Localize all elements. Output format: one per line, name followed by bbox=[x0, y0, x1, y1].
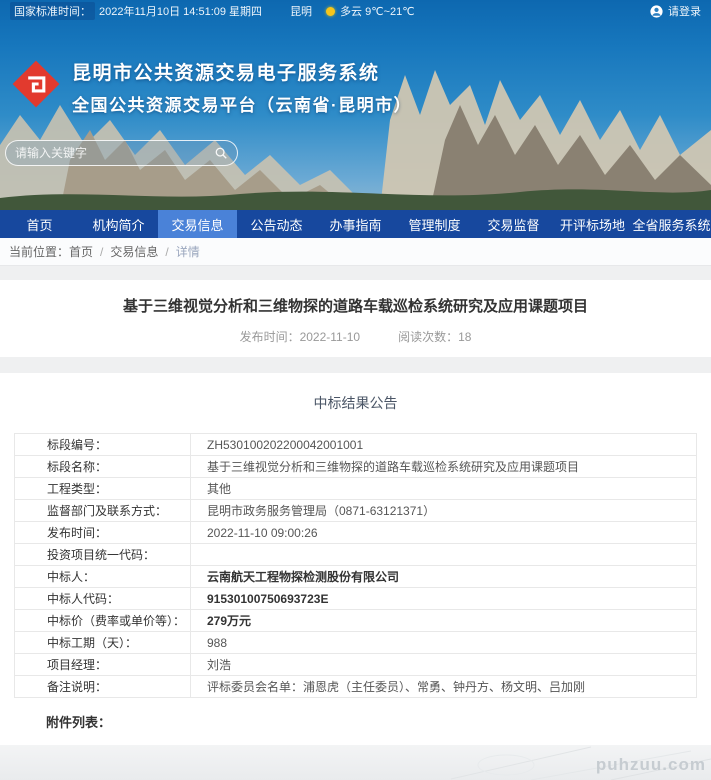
article-meta: 发布时间：2022-11-10 阅读次数：18 bbox=[40, 328, 671, 345]
breadcrumb-trade-info[interactable]: 交易信息 bbox=[110, 243, 158, 260]
breadcrumb-prefix: 当前位置： bbox=[9, 243, 69, 260]
page-footer: puhzuu.com bbox=[0, 745, 711, 780]
row-label: 项目经理： bbox=[15, 654, 191, 676]
login-button[interactable]: 请登录 bbox=[650, 3, 701, 19]
weather-sun-icon bbox=[326, 7, 335, 16]
nav-item-home[interactable]: 首页 bbox=[0, 210, 79, 238]
city-name: 昆明 bbox=[290, 3, 312, 19]
table-row: 备注说明：评标委员会名单：浦恩虎（主任委员）、常勇、钟丹方、杨文明、吕加刚 bbox=[15, 676, 697, 698]
table-row: 投资项目统一代码： bbox=[15, 544, 697, 566]
row-value bbox=[191, 544, 697, 566]
row-label: 标段名称： bbox=[15, 456, 191, 478]
row-label: 中标价（费率或单价等）： bbox=[15, 610, 191, 632]
table-row: 中标价（费率或单价等）：279万元 bbox=[15, 610, 697, 632]
attachments-label: 附件列表： bbox=[14, 698, 697, 745]
breadcrumb-separator: / bbox=[100, 245, 103, 259]
table-row: 发布时间：2022-11-10 09:00:26 bbox=[15, 522, 697, 544]
table-row: 监督部门及联系方式：昆明市政务服务管理局（0871-63121371） bbox=[15, 500, 697, 522]
row-label: 中标人代码： bbox=[15, 588, 191, 610]
row-label: 标段编号： bbox=[15, 434, 191, 456]
row-value: 988 bbox=[191, 632, 697, 654]
current-datetime: 2022年11月10日 14:51:09 星期四 bbox=[99, 3, 262, 19]
row-value: 其他 bbox=[191, 478, 697, 500]
row-label: 备注说明： bbox=[15, 676, 191, 698]
nav-item-announcements[interactable]: 公告动态 bbox=[237, 210, 316, 238]
site-title-main: 昆明市公共资源交易电子服务系统 bbox=[72, 58, 412, 85]
nav-item-guide[interactable]: 办事指南 bbox=[316, 210, 395, 238]
table-row: 标段名称：基于三维视觉分析和三维物探的道路车载巡检系统研究及应用课题项目 bbox=[15, 456, 697, 478]
row-label: 中标人： bbox=[15, 566, 191, 588]
table-row: 中标人：云南航天工程物探检测股份有限公司 bbox=[15, 566, 697, 588]
weather-text: 多云 9℃~21℃ bbox=[340, 3, 415, 19]
row-value: 2022-11-10 09:00:26 bbox=[191, 522, 697, 544]
announcement-card: 中标结果公告 标段编号：ZH530100202200042001001标段名称：… bbox=[0, 373, 711, 745]
user-icon bbox=[650, 5, 663, 18]
row-label: 发布时间： bbox=[15, 522, 191, 544]
breadcrumb-separator: / bbox=[165, 245, 168, 259]
article-header-card: 基于三维视觉分析和三维物探的道路车载巡检系统研究及应用课题项目 发布时间：202… bbox=[0, 280, 711, 357]
nav-item-about[interactable]: 机构简介 bbox=[79, 210, 158, 238]
row-label: 投资项目统一代码： bbox=[15, 544, 191, 566]
table-row: 项目经理：刘浩 bbox=[15, 654, 697, 676]
nav-item-trade-info[interactable]: 交易信息 bbox=[158, 210, 237, 238]
table-row: 标段编号：ZH530100202200042001001 bbox=[15, 434, 697, 456]
row-label: 中标工期（天）： bbox=[15, 632, 191, 654]
view-count: 阅读次数：18 bbox=[398, 328, 471, 345]
top-status-bar: 国家标准时间： 2022年11月10日 14:51:09 星期四 昆明 多云 9… bbox=[0, 0, 711, 22]
site-title-sub: 全国公共资源交易平台（云南省·昆明市） bbox=[72, 91, 412, 116]
table-row: 中标人代码：91530100750693723E bbox=[15, 588, 697, 610]
announcement-heading: 中标结果公告 bbox=[14, 393, 697, 413]
site-brand: 昆明市公共资源交易电子服务系统 全国公共资源交易平台（云南省·昆明市） bbox=[10, 58, 412, 116]
breadcrumb-home[interactable]: 首页 bbox=[69, 243, 93, 260]
main-nav: 首页机构简介交易信息公告动态办事指南管理制度交易监督开评标场地全省服务系统 bbox=[0, 210, 711, 238]
search-input[interactable] bbox=[15, 146, 214, 160]
row-value: 刘浩 bbox=[191, 654, 697, 676]
announcement-table-body: 标段编号：ZH530100202200042001001标段名称：基于三维视觉分… bbox=[15, 434, 697, 698]
result-table: 标段编号：ZH530100202200042001001标段名称：基于三维视觉分… bbox=[14, 433, 697, 698]
breadcrumb-detail: 详情 bbox=[176, 243, 200, 260]
nav-item-management[interactable]: 管理制度 bbox=[395, 210, 474, 238]
row-value: 279万元 bbox=[191, 610, 697, 632]
site-logo-icon bbox=[10, 58, 62, 110]
row-value: 基于三维视觉分析和三维物探的道路车载巡检系统研究及应用课题项目 bbox=[191, 456, 697, 478]
publish-date: 发布时间：2022-11-10 bbox=[240, 328, 361, 345]
row-label: 监督部门及联系方式： bbox=[15, 500, 191, 522]
row-value: 昆明市政务服务管理局（0871-63121371） bbox=[191, 500, 697, 522]
header-banner: 国家标准时间： 2022年11月10日 14:51:09 星期四 昆明 多云 9… bbox=[0, 0, 711, 210]
row-value: 91530100750693723E bbox=[191, 588, 697, 610]
search-icon[interactable] bbox=[214, 146, 228, 160]
search-box[interactable] bbox=[5, 140, 238, 166]
watermark-text: puhzuu.com bbox=[596, 755, 706, 775]
nav-item-provincial-system[interactable]: 全省服务系统 bbox=[632, 210, 711, 238]
login-label: 请登录 bbox=[668, 3, 701, 19]
standard-time-label: 国家标准时间： bbox=[10, 2, 95, 20]
row-value: 评标委员会名单：浦恩虎（主任委员）、常勇、钟丹方、杨文明、吕加刚 bbox=[191, 676, 697, 698]
table-row: 工程类型：其他 bbox=[15, 478, 697, 500]
article-title: 基于三维视觉分析和三维物探的道路车载巡检系统研究及应用课题项目 bbox=[40, 296, 671, 318]
nav-item-supervision[interactable]: 交易监督 bbox=[474, 210, 553, 238]
row-value: ZH530100202200042001001 bbox=[191, 434, 697, 456]
nav-item-venue[interactable]: 开评标场地 bbox=[553, 210, 632, 238]
table-row: 中标工期（天）：988 bbox=[15, 632, 697, 654]
row-value: 云南航天工程物探检测股份有限公司 bbox=[191, 566, 697, 588]
row-label: 工程类型： bbox=[15, 478, 191, 500]
breadcrumb: 当前位置： 首页 / 交易信息 / 详情 bbox=[0, 238, 711, 266]
